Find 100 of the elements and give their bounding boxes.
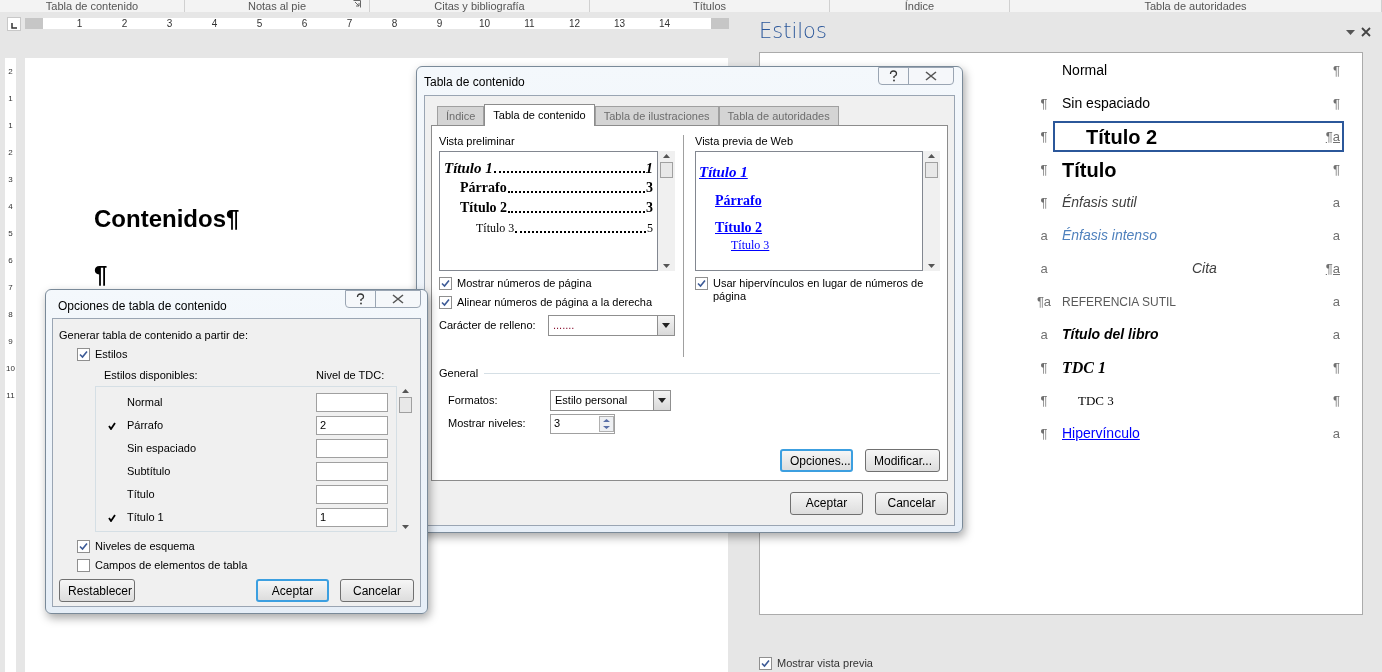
column-header: Nivel de TDC: [316,367,385,383]
style-type-mark: ¶ [1040,95,1048,111]
close-icon[interactable] [1361,27,1371,37]
ruler-number: 10 [6,365,15,373]
formats-dropdown[interactable]: Estilo personal [550,389,671,411]
ruler-number: 2 [8,68,13,76]
style-type-mark: a [1040,326,1048,342]
cancel-button[interactable]: Cancelar [340,579,414,602]
link[interactable]: Título 1 [699,161,748,184]
style-item[interactable]: Título del libro a [1053,319,1344,350]
ruler-number: 7 [8,284,13,292]
style-item[interactable]: Título ¶ [1053,154,1344,185]
preview-entry: Título 2 [460,200,508,216]
ok-button[interactable]: Aceptar [790,491,863,515]
link[interactable]: Título 2 [699,216,763,238]
ruler-number: 2 [8,149,13,157]
checkbox-label: Alinear números de página a la derecha [457,296,653,309]
ruler-number: 11 [6,392,15,400]
dialog-launcher-icon[interactable] [353,0,361,8]
style-type-mark: ¶ [1040,392,1048,408]
style-item[interactable]: Cita ¶a [1053,253,1344,284]
reset-button[interactable]: Restablecer [59,579,135,602]
level-input[interactable]: 2 [316,416,388,435]
cancel-button[interactable]: Cancelar [875,491,948,515]
tab-selector-icon[interactable] [7,16,21,31]
ruler-number: 2 [120,18,129,29]
style-name: Normal [127,395,164,411]
style-item[interactable]: Énfasis sutil a [1053,187,1344,218]
checkbox[interactable] [77,540,90,553]
page-number: 5 [647,220,653,236]
style-item[interactable]: TDC 3 ¶ [1053,385,1344,416]
ribbon-group-label: Citas y bibliografía [434,0,525,12]
paragraph-mark: ¶ [94,260,108,290]
ribbon-group-label: Tabla de contenido [45,0,139,12]
style-name: Título [127,487,156,503]
ok-button[interactable]: Aceptar [256,579,329,602]
ruler-number: 1 [8,95,13,103]
scroll-down-arrow-icon[interactable] [402,525,409,529]
ruler-number: 8 [8,311,13,319]
tab[interactable]: Tabla de autoridades [718,106,839,125]
ruler-number: 14 [657,18,672,29]
options-button[interactable]: Opciones... [780,449,853,472]
checkbox[interactable] [77,559,90,572]
dropdown-arrow-icon[interactable] [1346,29,1355,35]
scroll-thumb[interactable] [660,162,673,178]
checkbox-label: Usar hipervínculos en lugar de números de página [713,277,925,303]
ruler-number: 13 [612,18,627,29]
tab[interactable]: Tabla de ilustraciones [594,106,719,125]
style-item[interactable]: Normal ¶ [1053,55,1344,86]
checkbox[interactable] [695,277,708,290]
scroll-thumb[interactable] [399,397,412,413]
modify-button[interactable]: Modificar... [865,449,940,472]
page-number: 1 [645,160,653,176]
tab[interactable]: Índice [437,106,485,125]
level-input[interactable] [316,439,388,458]
style-item[interactable]: Título 2 ¶a [1053,121,1344,152]
scroll-up-arrow-icon[interactable] [928,154,935,158]
dialog-title: Opciones de tabla de contenido [57,298,227,315]
ruler-number: 8 [390,18,399,29]
checkbox[interactable] [77,347,90,361]
scroll-up-arrow-icon[interactable] [402,389,409,393]
style-item[interactable]: TDC 1 ¶ [1053,352,1344,383]
style-item[interactable]: Sin espaciado ¶ [1053,88,1344,119]
scrollbar[interactable] [658,151,675,271]
ruler-number: 1 [8,122,13,130]
ribbon-group-label: Índice [904,0,935,12]
scroll-down-arrow-icon[interactable] [663,264,670,268]
checkbox-label: Niveles de esquema [95,540,195,553]
levels-spinner[interactable]: 3 [550,413,615,434]
checkbox[interactable] [439,296,452,309]
ruler-number: 9 [8,338,13,346]
scroll-down-arrow-icon[interactable] [928,264,935,268]
style-item[interactable]: Énfasis intenso a [1053,220,1344,251]
scroll-up-arrow-icon[interactable] [663,154,670,158]
tab[interactable]: Tabla de contenido [484,104,595,126]
checkbox[interactable] [439,277,452,290]
section-label: Vista preliminar [439,135,516,148]
level-input[interactable] [316,393,388,412]
level-input[interactable] [316,462,388,481]
level-input[interactable] [316,485,388,504]
page-number: 3 [646,180,653,196]
link[interactable]: Párrafo [699,189,762,211]
style-type-mark: a [1040,260,1048,276]
fill-character-dropdown[interactable]: ....... [548,315,675,336]
style-type-mark: ¶ [1040,161,1048,177]
field-label: Mostrar niveles: [448,416,527,432]
ruler-number: 3 [8,176,13,184]
preview-entry: Título 3 [476,220,515,236]
scroll-thumb[interactable] [925,162,938,178]
checkbox[interactable] [759,657,772,670]
document-heading: Contenidos¶ [94,204,240,234]
ruler-number: 6 [8,257,13,265]
style-item[interactable]: REFERENCIA SUTIL a [1053,286,1344,317]
level-input[interactable]: 1 [316,508,388,527]
scrollbar[interactable] [923,151,940,271]
link[interactable]: Título 3 [699,237,770,252]
style-item[interactable]: Hipervínculo a [1053,418,1344,449]
ruler-number: 9 [435,18,444,29]
style-type-mark: a [1040,227,1048,243]
ruler-number: 4 [8,203,13,211]
